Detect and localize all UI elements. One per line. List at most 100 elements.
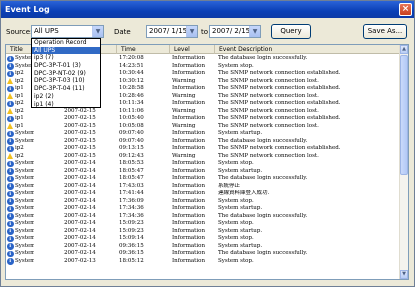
cell-date: 2007-02-15 [64,137,96,144]
date-from-value: 2007/ 1/15 [149,27,188,35]
cell-time: 15:09:23 [119,220,144,226]
dropdown-option[interactable]: ip2 (2) [32,93,100,101]
dropdown-option[interactable]: ip1 (4) [32,101,100,109]
dropdown-option[interactable]: DPC-3P-NT-02 (9) [32,70,100,78]
dropdown-option[interactable]: All UPS [32,46,100,55]
info-icon: i [7,160,14,167]
date-to-picker[interactable]: 2007/ 2/15 ▼ [209,25,261,38]
scroll-down-icon[interactable]: ▼ [400,270,408,279]
cell-level: Information [172,137,206,144]
dropdown-option[interactable]: DPC-3P-T-01 (3) [32,62,100,70]
warning-icon [7,153,13,159]
cell-level: Information [172,257,206,264]
column-header-title[interactable]: Title [6,45,34,54]
cell-time: 17:43:03 [119,182,144,189]
table-row[interactable]: ip2 2007-02-15 10:11:06 Warning The SNMP net… [6,108,400,116]
cell-description: System stop. [218,197,254,204]
table-row[interactable]: i System 2007-02-14 15:09:14 Information Syst… [6,235,400,243]
cell-level: Warning [172,77,196,84]
table-row[interactable]: ip1 2007-02-15 10:05:08 Warning The SNMP net… [6,123,400,131]
cell-time: 09:36:15 [119,242,144,249]
cell-description: The SNMP network connection lost. [218,107,319,114]
source-select[interactable]: All UPS ▼ [31,25,104,38]
info-icon: i [7,70,14,77]
cell-description: 連線資料庫登入成功. [218,190,270,196]
table-row[interactable]: i System 2007-02-14 17:43:03 Information 系統停止 [6,183,400,191]
table-row[interactable]: i System 2007-02-15 09:07:40 Information Syst… [6,130,400,138]
table-row[interactable]: i System 2007-02-15 09:07:40 Information The … [6,138,400,146]
table-row[interactable]: i ip1 2007-02-15 10:05:40 Information The SNM… [6,115,400,123]
cell-time: 10:05:08 [119,122,144,129]
cell-level: Information [172,85,206,91]
dropdown-option[interactable]: Operation Record [32,39,100,47]
dropdown-option[interactable]: DPC-3P-T-03 (10) [32,77,100,85]
cell-date: 2007-02-14 [64,212,96,219]
chevron-down-icon[interactable]: ▼ [186,26,197,37]
table-row[interactable]: i System 2007-02-14 17:34:36 Information Syst… [6,205,400,213]
close-button[interactable]: × [399,3,412,16]
column-header-time[interactable]: Time [117,45,170,54]
info-icon: i [7,258,14,265]
cell-title: System [15,212,34,219]
cell-title: System [15,190,34,196]
info-icon: i [7,198,14,205]
cell-time: 10:30:12 [119,77,144,84]
cell-level: Information [172,227,206,234]
title-bar: Event Log × [1,1,414,18]
table-row[interactable]: i System 2007-02-14 18:05:47 Information The … [6,175,400,183]
table-row[interactable]: i System 2007-02-14 09:36:15 Information Syst… [6,243,400,251]
cell-date: 2007-02-14 [64,175,96,181]
cell-date: 2007-02-14 [64,190,96,196]
column-header-level[interactable]: Level [170,45,215,54]
cell-time: 17:41:44 [119,190,144,196]
chevron-down-icon[interactable]: ▼ [249,26,260,37]
vertical-scrollbar[interactable]: ▲ ▼ [399,45,408,279]
cell-date: 2007-02-15 [64,122,96,129]
cell-level: Information [172,160,206,166]
table-row[interactable]: i System 2007-02-14 17:34:36 Information The … [6,213,400,221]
table-row[interactable]: i System 2007-02-14 18:05:53 Information Syst… [6,160,400,168]
info-icon: i [7,205,14,212]
info-icon: i [7,243,14,250]
cell-level: Warning [172,152,196,159]
scroll-up-icon[interactable]: ▲ [400,45,408,54]
table-row[interactable]: i System 2007-02-14 09:36:15 Information The … [6,250,400,258]
date-from-picker[interactable]: 2007/ 1/15 ▼ [146,25,198,38]
column-header-description[interactable]: Event Description [215,45,400,54]
cell-time: 17:36:09 [119,197,144,204]
cell-description: System startup. [218,130,263,136]
table-row[interactable]: i System 2007-02-14 15:09:23 Information Syst… [6,220,400,228]
info-icon: i [7,228,14,235]
cell-description: The SNMP network connection lost. [218,122,319,129]
cell-time: 09:12:43 [119,152,144,159]
dropdown-option[interactable]: ip3 (7) [32,54,100,62]
table-row[interactable]: i System 2007-02-14 18:05:47 Information Syst… [6,168,400,176]
info-icon: i [7,138,14,145]
table-row[interactable]: i System 2007-02-14 15:09:23 Information Syst… [6,228,400,236]
cell-date: 2007-02-14 [64,250,96,256]
cell-description: The database login successfully. [218,212,308,219]
cell-time: 15:09:14 [119,235,144,241]
table-row[interactable]: i System 2007-02-14 17:36:09 Information Syst… [6,198,400,206]
cell-date: 2007-02-14 [64,227,96,234]
table-row[interactable]: i System 2007-02-13 18:05:12 Information Syst… [6,258,400,266]
table-row[interactable]: i System 2007-02-14 17:41:44 Information 連線資料… [6,190,400,198]
window-title: Event Log [5,5,50,14]
info-icon: i [7,220,14,227]
cell-date: 2007-02-14 [64,220,96,226]
query-button[interactable]: Query [271,24,311,39]
cell-level: Information [172,130,206,136]
table-row[interactable]: ip2 2007-02-15 09:12:43 Warning The SNMP net… [6,153,400,161]
cell-date: 2007-02-14 [64,182,96,189]
cell-time: 10:30:44 [119,70,144,76]
dropdown-option[interactable]: DPC-3P-T-04 (11) [32,85,100,93]
cell-level: Information [172,182,206,189]
table-row[interactable]: i ip2 2007-02-15 09:13:15 Information The SNM… [6,145,400,153]
cell-level: Information [172,190,206,196]
cell-level: Information [172,250,206,256]
scrollbar-thumb[interactable] [400,55,408,175]
cell-level: Information [172,70,206,76]
save-as-button[interactable]: Save As... [363,24,407,39]
chevron-down-icon[interactable]: ▼ [92,26,103,37]
cell-time: 18:05:47 [119,167,144,174]
